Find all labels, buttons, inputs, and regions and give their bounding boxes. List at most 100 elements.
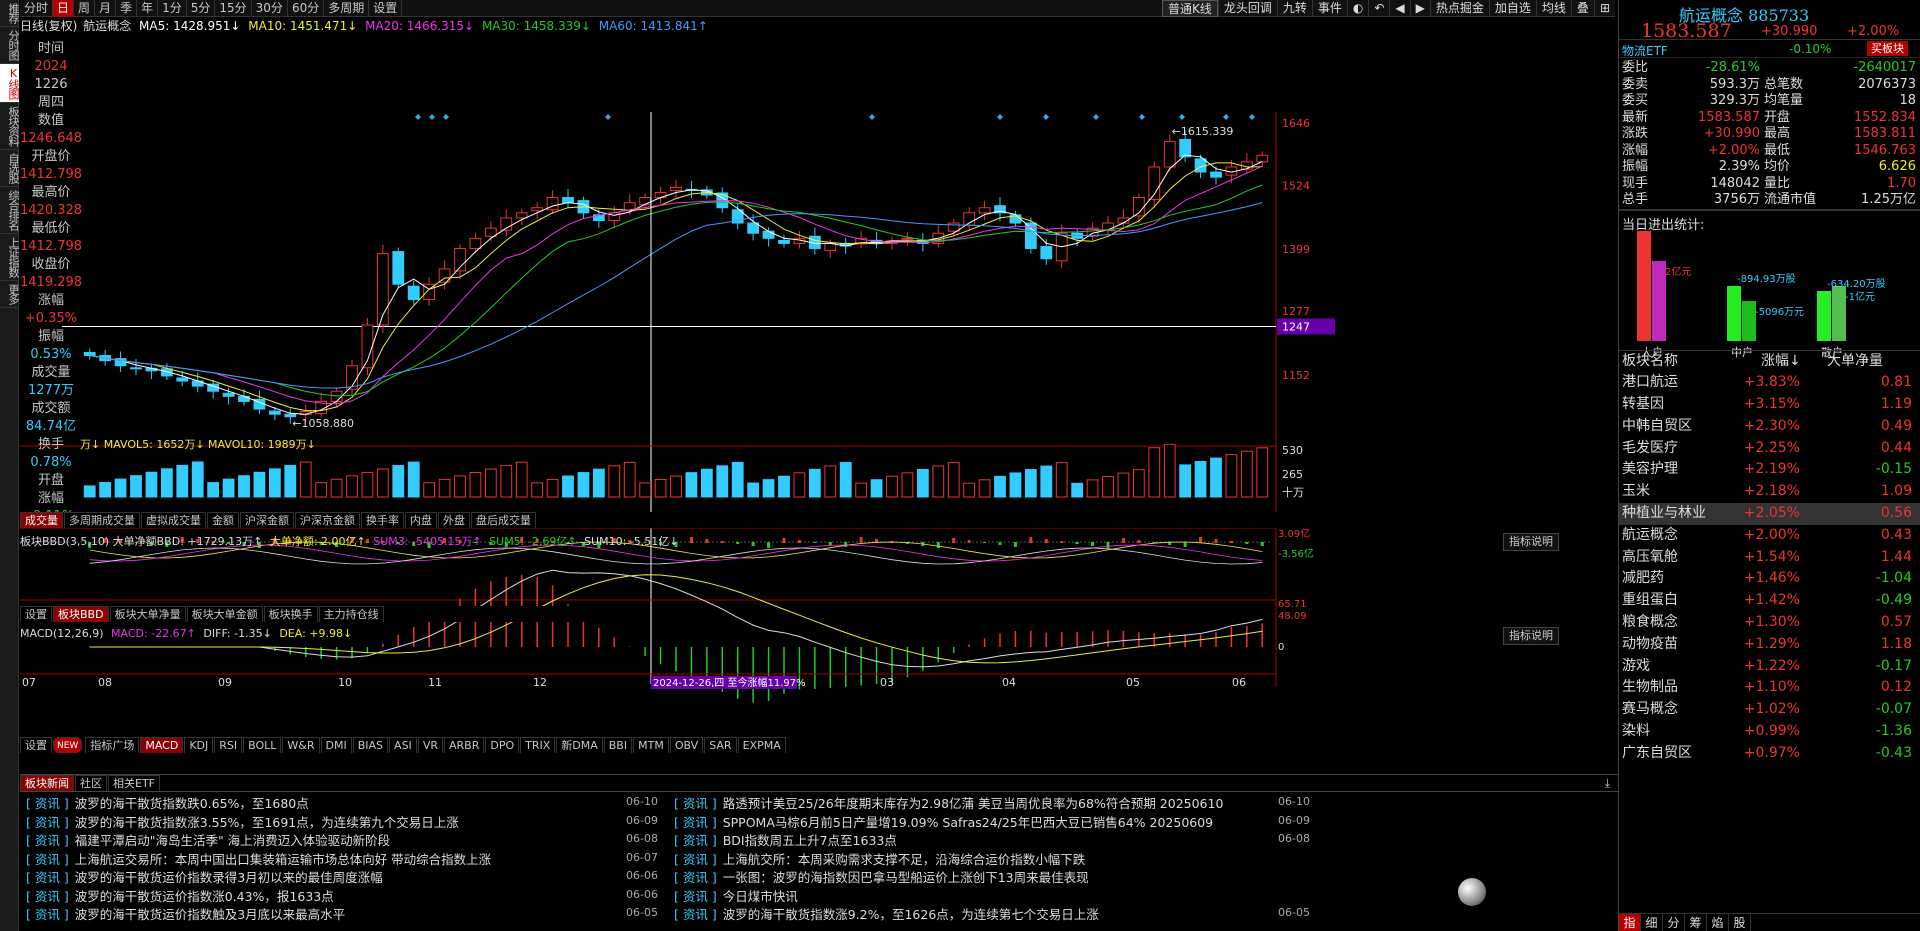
news-item[interactable]: [ 资讯 ] 上海航交所：本周采购需求支撑不足，沿海综合运价指数小幅下跌 bbox=[674, 851, 1085, 869]
event-diamond-icon[interactable] bbox=[415, 114, 421, 120]
tab[interactable]: RSI bbox=[214, 737, 243, 753]
tab[interactable]: 指标广场 bbox=[85, 737, 140, 753]
period-tab[interactable]: 月 bbox=[95, 0, 117, 17]
news-item[interactable]: [ 资讯 ] SPPOMA马棕6月前5日产量增19.09% Safras24/25… bbox=[674, 814, 1213, 832]
left-nav-item[interactable]: 上证指数 bbox=[0, 234, 20, 281]
tab[interactable]: KDJ bbox=[184, 737, 214, 753]
news-item[interactable]: [ 资讯 ] 波罗的海干散货运价指数触及3月底以来最高水平 bbox=[26, 906, 345, 924]
sector-col-name[interactable]: 板块名称 bbox=[1622, 351, 1678, 373]
tab[interactable]: 板块新闻 bbox=[20, 775, 74, 791]
tab[interactable]: ASI bbox=[389, 737, 417, 753]
period-tab[interactable]: 多周期 bbox=[324, 0, 370, 17]
news-item[interactable]: [ 资讯 ] 波罗的海干散货运价指数录得3月初以来的最佳周度涨幅 bbox=[26, 869, 383, 887]
floating-assistant-icon[interactable] bbox=[1458, 878, 1486, 906]
tab[interactable]: VR bbox=[417, 737, 443, 753]
period-tab[interactable]: 设置 bbox=[369, 0, 403, 17]
chart-tool-button[interactable]: 龙头回调 bbox=[1217, 0, 1277, 17]
left-nav-item[interactable]: 推荐 bbox=[0, 0, 20, 27]
chart-tool-button[interactable]: 九转 bbox=[1276, 0, 1312, 17]
sector-row[interactable]: 转基因 +3.15% 1.19 bbox=[1619, 394, 1920, 416]
tab[interactable]: MACD bbox=[140, 737, 184, 753]
sector-row[interactable]: 高压氧舱 +1.54% 1.44 bbox=[1619, 547, 1920, 569]
event-diamond-icon[interactable] bbox=[1249, 114, 1255, 120]
sector-col-pct[interactable]: 涨幅↓ bbox=[1761, 351, 1801, 373]
chart-tool-button[interactable]: ↶ bbox=[1368, 0, 1389, 17]
tab[interactable]: ARBR bbox=[443, 737, 485, 753]
sector-row[interactable]: 广东自贸区 +0.97% -0.43 bbox=[1619, 743, 1920, 765]
event-diamond-icon[interactable] bbox=[1139, 114, 1145, 120]
buy-sector-button[interactable]: 买板块 bbox=[1867, 41, 1908, 56]
news-item[interactable]: [ 资讯 ] BDI指数周五上升7点至1633点 bbox=[674, 832, 897, 850]
news-item[interactable]: [ 资讯 ] 上海航运交易所：本周中国出口集装箱运输市场总体向好 带动综合指数上涨 bbox=[26, 851, 491, 869]
download-icon[interactable]: ⤓ bbox=[1605, 776, 1610, 791]
event-diamond-icon[interactable] bbox=[443, 114, 449, 120]
sector-row[interactable]: 港口航运 +3.83% 0.81 bbox=[1619, 372, 1920, 394]
sector-row[interactable]: 生物制品 +1.10% 0.12 bbox=[1619, 677, 1920, 699]
sector-row[interactable]: 美容护理 +2.19% -0.15 bbox=[1619, 459, 1920, 481]
tab[interactable]: 多周期成交量 bbox=[64, 512, 140, 528]
tab[interactable]: 沪深京金额 bbox=[295, 512, 360, 528]
sector-row[interactable]: 减肥药 +1.46% -1.04 bbox=[1619, 568, 1920, 590]
period-tab[interactable]: 季 bbox=[116, 0, 138, 17]
bbd-explain-button[interactable]: 指标说明 bbox=[1503, 533, 1559, 551]
news-item[interactable]: [ 资讯 ] 一张图：波罗的海指数因巴拿马型船运价上涨创下13周来最佳表现 bbox=[674, 869, 1089, 887]
chart-tool-button[interactable]: 热点掘金 bbox=[1429, 0, 1489, 17]
period-tab[interactable]: 分时 bbox=[20, 0, 54, 17]
macd-explain-button[interactable]: 指标说明 bbox=[1503, 627, 1559, 645]
news-item[interactable]: [ 资讯 ] 波罗的海干散货指数涨9.2%，至1626点，为连续第七个交易日上涨 bbox=[674, 906, 1099, 924]
tab[interactable]: 外盘 bbox=[438, 512, 470, 528]
tab[interactable]: 设置 bbox=[20, 606, 52, 622]
tab[interactable]: EXPMA bbox=[737, 737, 786, 753]
left-nav-item[interactable]: K线图 bbox=[0, 64, 20, 103]
event-diamond-icon[interactable] bbox=[1223, 114, 1229, 120]
sector-row[interactable]: 粮食概念 +1.30% 0.57 bbox=[1619, 612, 1920, 634]
tab[interactable]: BBI bbox=[603, 737, 633, 753]
tab[interactable]: BOLL bbox=[243, 737, 282, 753]
sector-row[interactable]: 种植业与林业 +2.05% 0.56 bbox=[1619, 503, 1920, 525]
tab[interactable]: 设置 bbox=[20, 737, 52, 753]
tab[interactable]: NEW bbox=[53, 737, 83, 753]
sector-row[interactable]: 玉米 +2.18% 1.09 bbox=[1619, 481, 1920, 503]
adjust-mode[interactable]: 日线(复权) bbox=[20, 19, 77, 33]
panel-tab[interactable]: 焰 bbox=[1707, 914, 1729, 931]
sector-row[interactable]: 航运概念 +2.00% 0.43 bbox=[1619, 525, 1920, 547]
sector-row[interactable]: 重组蛋白 +1.42% -0.49 bbox=[1619, 590, 1920, 612]
panel-tab[interactable]: 指 bbox=[1619, 914, 1641, 931]
left-nav-item[interactable]: 自选股 bbox=[0, 150, 20, 187]
left-nav-item[interactable]: 综合排名 bbox=[0, 187, 20, 234]
tab[interactable]: 板块大单金额 bbox=[186, 606, 263, 622]
sector-row[interactable]: 游戏 +1.22% -0.17 bbox=[1619, 656, 1920, 678]
tab[interactable]: 主力持仓线 bbox=[318, 606, 384, 622]
sector-row[interactable]: 动物疫苗 +1.29% 1.18 bbox=[1619, 634, 1920, 656]
event-diamond-icon[interactable] bbox=[429, 114, 435, 120]
panel-tab[interactable]: 股 bbox=[1729, 914, 1751, 931]
tab[interactable]: 板块BBD bbox=[53, 606, 109, 622]
news-item[interactable]: [ 资讯 ] 波罗的海干散货运价指数涨0.43%，报1633点 bbox=[26, 888, 334, 906]
period-tab[interactable]: 60分 bbox=[288, 0, 325, 17]
tab[interactable]: 板块大单净量 bbox=[109, 606, 186, 622]
event-diamond-icon[interactable] bbox=[869, 114, 875, 120]
chart-tool-button[interactable]: 均线 bbox=[1535, 0, 1571, 17]
tab[interactable]: SAR bbox=[704, 737, 737, 753]
period-tab[interactable]: 5分 bbox=[187, 0, 216, 17]
news-item[interactable]: [ 资讯 ] 福建平潭启动"海岛生活季" 海上消费迈入体验驱动新阶段 bbox=[26, 832, 390, 850]
news-item[interactable]: [ 资讯 ] 波罗的海干散货指数涨3.55%，至1691点，为连续第九个交易日上涨 bbox=[26, 814, 459, 832]
panel-tab[interactable]: 细 bbox=[1641, 914, 1663, 931]
chart-tool-button[interactable]: ⊞ bbox=[1593, 0, 1615, 17]
event-diamond-icon[interactable] bbox=[605, 114, 611, 120]
etf-name[interactable]: 物流ETF bbox=[1622, 42, 1668, 59]
chart-tool-button[interactable]: ◀ bbox=[1389, 0, 1409, 17]
left-nav-item[interactable]: 分时图 bbox=[0, 27, 20, 64]
tab[interactable]: 板块换手 bbox=[263, 606, 318, 622]
news-item[interactable]: [ 资讯 ] 波罗的海干散货指数跌0.65%，至1680点 bbox=[26, 795, 309, 813]
tab[interactable]: OBV bbox=[669, 737, 704, 753]
tab[interactable]: BIAS bbox=[352, 737, 389, 753]
event-diamond-icon[interactable] bbox=[1179, 114, 1185, 120]
left-nav-item[interactable]: 更多 bbox=[0, 281, 20, 308]
tab[interactable]: DPO bbox=[485, 737, 520, 753]
period-tab[interactable]: 15分 bbox=[215, 0, 252, 17]
period-tab[interactable]: 年 bbox=[137, 0, 159, 17]
chart-tool-button[interactable]: ◐ bbox=[1346, 0, 1368, 17]
left-nav-item[interactable]: 板块资料 bbox=[0, 103, 20, 150]
tab[interactable]: 盘后成交量 bbox=[471, 512, 536, 528]
